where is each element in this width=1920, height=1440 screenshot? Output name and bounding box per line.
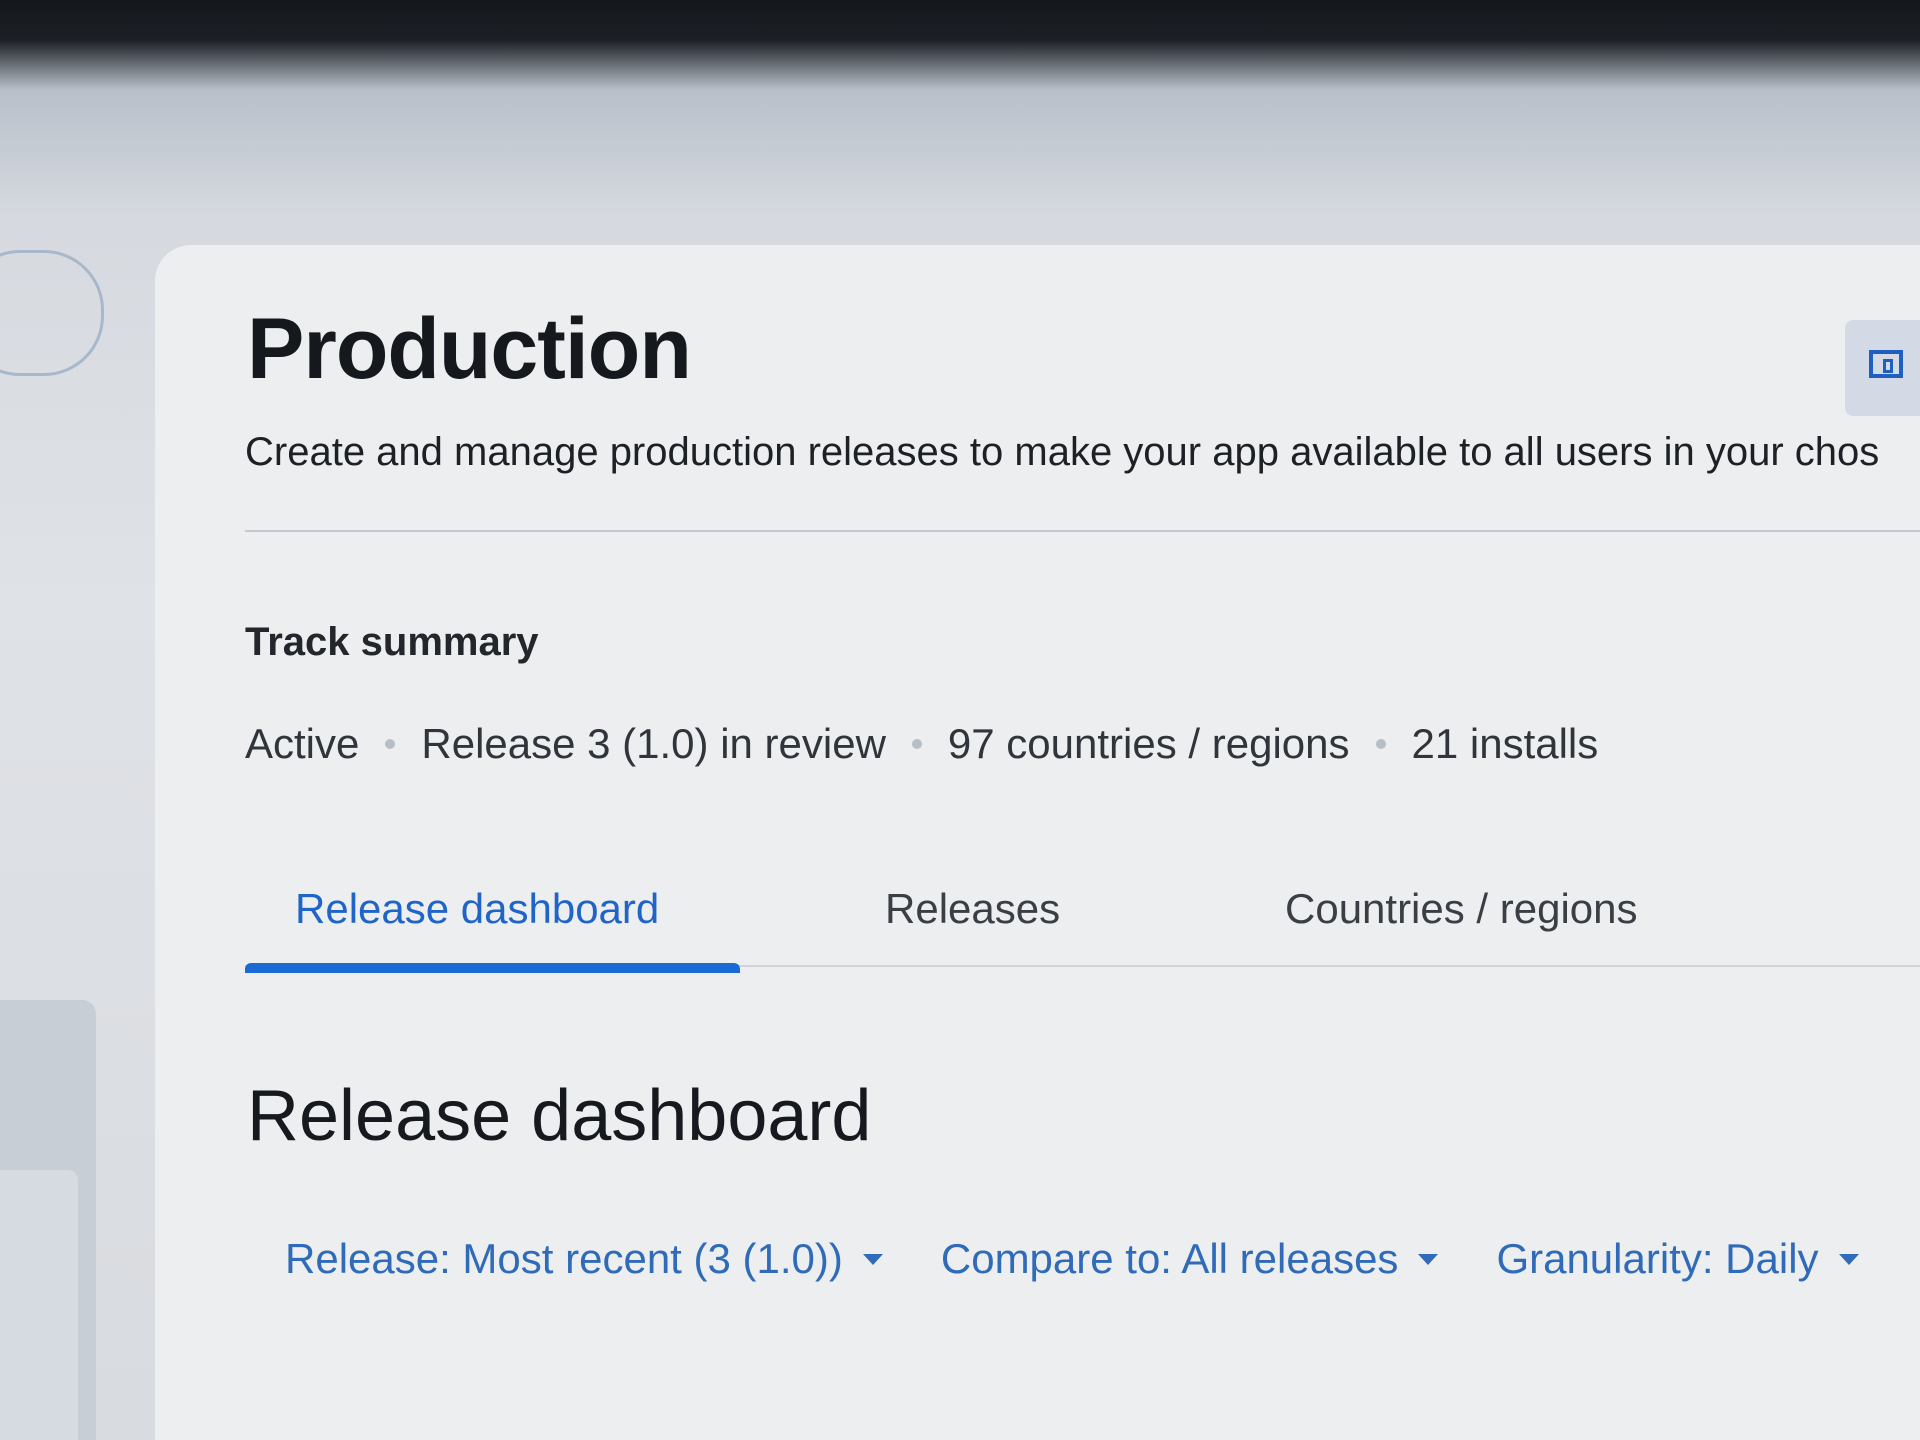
dashboard-title: Release dashboard (247, 1076, 872, 1156)
tab-releases[interactable]: Releases (885, 885, 1060, 933)
devices-icon (1869, 350, 1903, 378)
track-installs: 21 installs (1411, 720, 1599, 767)
compare-filter-dropdown[interactable]: Compare to: All releases (941, 1235, 1439, 1283)
caret-down-icon (1838, 1253, 1859, 1265)
screen: Production Create and manage production … (0, 0, 1920, 1440)
main-card: Production Create and manage production … (155, 245, 1920, 1440)
active-tab-indicator (245, 963, 740, 973)
caret-down-icon (862, 1253, 883, 1265)
track-countries: 97 countries / regions (947, 720, 1350, 767)
tab-bar: Release dashboard Releases Countries / r… (245, 885, 1920, 973)
release-filter-dropdown[interactable]: Release: Most recent (3 (1.0)) (285, 1235, 883, 1283)
granularity-filter-dropdown[interactable]: Granularity: Daily (1496, 1235, 1859, 1283)
track-summary-row: Active Release 3 (1.0) in review 97 coun… (245, 720, 1598, 768)
release-filter-label: Release: Most recent (3 (1.0)) (285, 1235, 843, 1282)
track-summary-heading: Track summary (245, 620, 539, 664)
caret-down-icon (1418, 1253, 1439, 1265)
separator-dot (385, 739, 396, 749)
track-status: Active (245, 720, 360, 767)
compare-filter-label: Compare to: All releases (940, 1235, 1399, 1282)
left-navigation (0, 240, 120, 1440)
header-divider (245, 530, 1920, 532)
page-title: Production (247, 301, 692, 397)
dashboard-filters: Release: Most recent (3 (1.0)) Compare t… (285, 1235, 1917, 1283)
nav-selected-pill[interactable] (0, 250, 104, 376)
page-description: Create and manage production releases to… (245, 430, 1880, 474)
track-release: Release 3 (1.0) in review (421, 720, 886, 767)
nav-panel-item[interactable] (0, 1170, 78, 1440)
separator-dot (911, 739, 922, 749)
granularity-filter-label: Granularity: Daily (1496, 1235, 1819, 1282)
separator-dot (1375, 739, 1386, 749)
tab-release-dashboard[interactable]: Release dashboard (295, 885, 659, 933)
device-preview-button[interactable] (1845, 320, 1920, 416)
tab-countries-regions[interactable]: Countries / regions (1285, 885, 1638, 933)
